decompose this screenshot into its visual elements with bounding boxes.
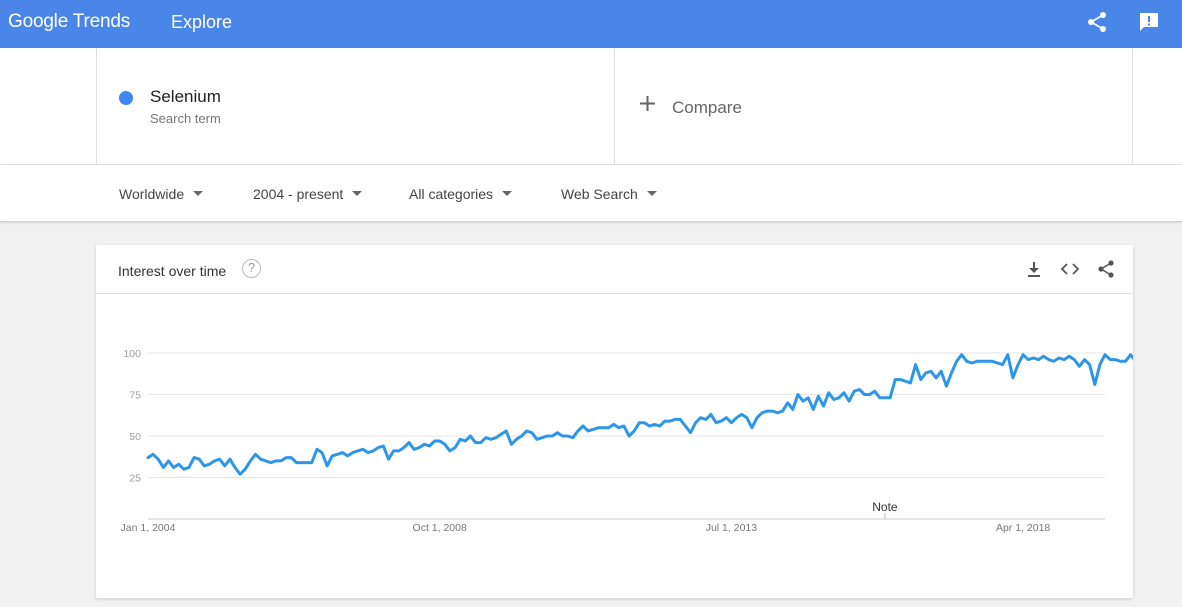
x-tick-label: Apr 1, 2018	[996, 522, 1050, 534]
term-color-dot	[119, 91, 133, 105]
download-icon[interactable]	[1024, 259, 1044, 279]
y-tick-label: 75	[129, 390, 141, 402]
time-filter-label: 2004 - present	[253, 186, 344, 202]
page-title: Explore	[171, 12, 233, 32]
series-line	[146, 353, 1133, 476]
plus-icon	[640, 96, 655, 111]
category-filter[interactable]: All categories	[409, 186, 513, 202]
x-tick-label: Oct 1, 2008	[413, 522, 467, 534]
panel-header: Interest over time ?	[96, 245, 1133, 294]
search-type-filter-label: Web Search	[561, 186, 638, 202]
search-term-name[interactable]: Selenium	[150, 87, 221, 107]
compare-card[interactable]: Compare	[614, 48, 1133, 164]
caret-down-icon	[193, 190, 204, 196]
google-trends-logo[interactable]: Google Trends	[8, 11, 130, 33]
feedback-icon[interactable]	[1137, 10, 1161, 34]
x-tick-label: Jul 1, 2013	[706, 522, 758, 534]
y-tick-label: 25	[129, 473, 141, 485]
caret-down-icon	[352, 190, 363, 196]
compare-label[interactable]: Compare	[672, 98, 742, 118]
region-filter-label: Worldwide	[119, 186, 185, 202]
x-tick-label: Jan 1, 2004	[121, 522, 176, 534]
interest-over-time-chart[interactable]: 25 50 75 100 Jan 1, 2004 Oct 1, 2008 Jul 1, 20…	[96, 295, 1133, 595]
embed-icon[interactable]	[1060, 259, 1080, 279]
share-icon[interactable]	[1085, 10, 1109, 34]
caret-down-icon	[646, 190, 657, 196]
search-term-card[interactable]: Selenium Search term	[96, 48, 615, 164]
panel-title: Interest over time	[118, 263, 227, 279]
annotation-label: Note	[872, 500, 898, 514]
search-term-subtitle: Search term	[150, 111, 221, 126]
top-app-bar: Google Trends Explore	[0, 0, 1182, 48]
category-filter-label: All categories	[409, 186, 494, 202]
interest-over-time-panel: Interest over time ? 25 50 75 100 Jan 1, 200…	[96, 245, 1133, 598]
y-tick-label: 100	[123, 348, 141, 360]
search-terms-bar: Selenium Search term Compare	[0, 48, 1182, 164]
help-icon[interactable]: ?	[242, 259, 261, 278]
region-filter[interactable]: Worldwide	[119, 186, 204, 202]
filter-bar: Worldwide 2004 - present All categories …	[0, 164, 1182, 222]
caret-down-icon	[502, 190, 513, 196]
share-icon[interactable]	[1096, 259, 1116, 279]
time-filter[interactable]: 2004 - present	[253, 186, 363, 202]
search-type-filter[interactable]: Web Search	[561, 186, 657, 202]
y-tick-label: 50	[129, 431, 141, 443]
